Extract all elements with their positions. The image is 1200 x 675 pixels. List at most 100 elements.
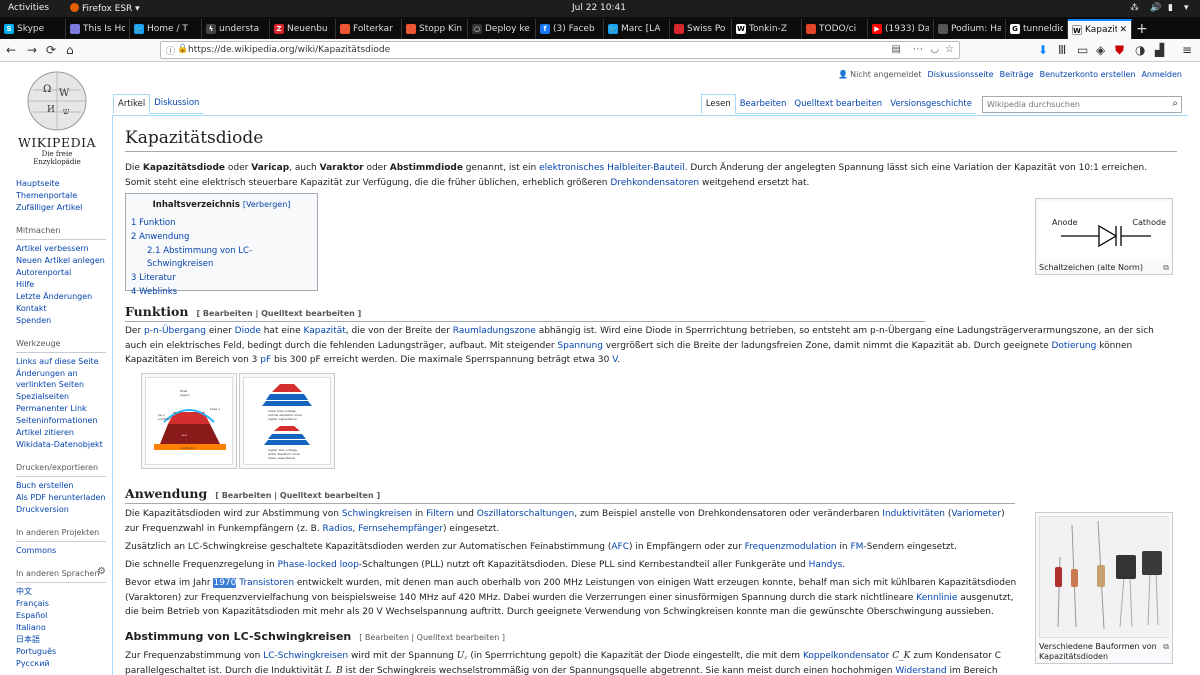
system-menu-arrow-icon[interactable]: ▾ bbox=[1184, 3, 1189, 13]
ublock-icon[interactable]: ⛊ bbox=[1115, 43, 1124, 57]
link-drehkondensatoren[interactable]: Drehkondensatoren bbox=[610, 178, 699, 188]
browser-tab[interactable]: ○ Deploy ke bbox=[468, 19, 536, 39]
sidebar-item-mitmachen-6[interactable]: Spenden bbox=[16, 315, 106, 326]
search-icon[interactable]: ⌕ bbox=[1172, 98, 1178, 109]
link-frequenzmodulation[interactable]: Frequenzmodulation bbox=[745, 542, 837, 552]
link-spannung[interactable]: Spannung bbox=[557, 341, 602, 351]
selected-text-1970[interactable]: 1970 bbox=[213, 578, 237, 588]
link-radios[interactable]: Radios bbox=[323, 524, 353, 534]
link-kapazitaet[interactable]: Kapazität bbox=[303, 326, 345, 336]
sidebar-item-mitmachen-4[interactable]: Letzte Änderungen bbox=[16, 291, 106, 302]
info-icon[interactable]: ⓘ bbox=[166, 44, 175, 57]
sidebar-item-drucken-2[interactable]: Druckversion bbox=[16, 504, 106, 515]
sidebar-item-werkzeuge-2[interactable]: Spezialseiten bbox=[16, 391, 106, 402]
link-pf[interactable]: pF bbox=[260, 355, 271, 365]
link-widerstand[interactable]: Widerstand bbox=[895, 666, 946, 675]
edit-section-anwendung[interactable]: [ Bearbeiten | Quelltext bearbeiten ] bbox=[215, 491, 380, 500]
tab-lesen[interactable]: Lesen bbox=[700, 94, 736, 114]
extension-3-icon[interactable]: ▟ bbox=[1155, 43, 1164, 57]
talk-page-link[interactable]: Diskussionsseite bbox=[928, 70, 994, 79]
link-handys[interactable]: Handys bbox=[809, 560, 843, 570]
link-lc-schwingkreisen[interactable]: LC-Schwingkreisen bbox=[263, 651, 348, 661]
bookmark-star-icon[interactable]: ☆ bbox=[945, 44, 954, 55]
sidebar-item-projekte-0[interactable]: Commons bbox=[16, 545, 106, 556]
link-pn-uebergang[interactable]: p-n-Übergang bbox=[144, 326, 206, 336]
sidebar-item-language-4[interactable]: 日本語 bbox=[16, 634, 106, 645]
toc-item-anwendung[interactable]: 2 Anwendung bbox=[131, 231, 312, 245]
back-icon[interactable]: ← bbox=[6, 43, 16, 57]
browser-tab[interactable]: This Is Ho bbox=[66, 19, 130, 39]
tab-active-kapazitaetsdiode[interactable]: W Kapazit ✕ bbox=[1068, 19, 1132, 39]
gallery-image-1[interactable]: fixed region pe-n junction base n p-n co… bbox=[141, 373, 237, 469]
sidebar-item-mitmachen-2[interactable]: Autorenportal bbox=[16, 267, 106, 278]
link-afc[interactable]: AFC bbox=[611, 542, 629, 552]
link-diode[interactable]: Diode bbox=[235, 326, 261, 336]
browser-tab[interactable]: W Tonkin-Z bbox=[732, 19, 802, 39]
reader-view-icon[interactable]: ▤ bbox=[892, 44, 901, 55]
firefox-app-menu[interactable]: Firefox ESR ▾ bbox=[70, 3, 140, 14]
sidebar-item-werkzeuge-0[interactable]: Links auf diese Seite bbox=[16, 356, 106, 367]
link-halbleiter-bauteil[interactable]: elektronisches Halbleiter-Bauteil bbox=[539, 163, 685, 173]
close-tab-icon[interactable]: ✕ bbox=[1119, 25, 1127, 35]
sidebar-item-language-1[interactable]: Français bbox=[16, 598, 106, 609]
browser-tab[interactable]: Folterkar bbox=[336, 19, 402, 39]
link-kennlinie[interactable]: Kennlinie bbox=[916, 593, 957, 603]
browser-tab[interactable]: f (3) Faceb bbox=[536, 19, 604, 39]
login-link[interactable]: Anmelden bbox=[1141, 70, 1182, 79]
sidebar-item-main-1[interactable]: Themenportale bbox=[16, 190, 106, 201]
extension-2-icon[interactable]: ◑ bbox=[1135, 43, 1145, 57]
wikipedia-logo[interactable]: Ω W И ש WIKIPEDIA Die freie Enzyklopädie bbox=[18, 70, 96, 166]
sidebar-item-language-0[interactable]: 中文 bbox=[16, 586, 106, 597]
tab-bearbeiten[interactable]: Bearbeiten bbox=[735, 95, 791, 114]
varicap-symbol-image[interactable]: Anode Cathode bbox=[1039, 202, 1169, 259]
link-induktivitaeten[interactable]: Induktivitäten bbox=[882, 509, 945, 519]
sidebar-heading-projekte[interactable]: In anderen Projekten bbox=[16, 527, 106, 542]
volume-icon[interactable]: 🔊 bbox=[1150, 3, 1161, 13]
url-bar[interactable]: ⓘ 🔒 https://de.wikipedia.org/wiki/Kapazi… bbox=[160, 41, 960, 59]
link-raumladungszone[interactable]: Raumladungszone bbox=[453, 326, 536, 336]
enlarge-icon[interactable]: ⧉ bbox=[1163, 263, 1169, 273]
create-account-link[interactable]: Benutzerkonto erstellen bbox=[1040, 70, 1136, 79]
language-settings-gear-icon[interactable]: ⚙ bbox=[97, 566, 106, 578]
sidebar-item-werkzeuge-1[interactable]: Änderungen an verlinkten Seiten bbox=[16, 368, 106, 390]
sidebar-heading-sprachen[interactable]: In anderen Sprachen ⚙ bbox=[16, 566, 106, 583]
hamburger-menu-icon[interactable]: ≡ bbox=[1182, 43, 1192, 57]
sidebar-item-main-2[interactable]: Zufälliger Artikel bbox=[16, 202, 106, 213]
activities-button[interactable]: Activities bbox=[8, 3, 49, 13]
tab-artikel[interactable]: Artikel bbox=[113, 94, 151, 114]
browser-tab[interactable]: TODO/ci bbox=[802, 19, 868, 39]
link-dotierung[interactable]: Dotierung bbox=[1052, 341, 1097, 351]
sidebar-heading-mitmachen[interactable]: Mitmachen bbox=[16, 225, 106, 240]
gallery-image-2[interactable]: lower bias voltage, narrow depletion zon… bbox=[239, 373, 335, 469]
sidebar-item-drucken-0[interactable]: Buch erstellen bbox=[16, 480, 106, 491]
link-variometer[interactable]: Variometer bbox=[951, 509, 1001, 519]
varicap-photo[interactable] bbox=[1039, 516, 1170, 638]
toc-hide-link[interactable]: [Verbergen] bbox=[243, 200, 291, 209]
contributions-link[interactable]: Beiträge bbox=[1000, 70, 1034, 79]
tab-versionsgeschichte[interactable]: Versionsgeschichte bbox=[886, 95, 976, 114]
sidebar-toggle-icon[interactable]: ▭ bbox=[1077, 43, 1088, 57]
sidebar-item-werkzeuge-6[interactable]: Wikidata-Datenobjekt bbox=[16, 439, 106, 450]
tab-quelltext-bearbeiten[interactable]: Quelltext bearbeiten bbox=[790, 95, 887, 114]
toc-item-abstimmung[interactable]: 2.1 Abstimmung von LC-Schwingkreisen bbox=[131, 245, 312, 273]
browser-tab[interactable]: Podium: Hac bbox=[934, 19, 1006, 39]
sidebar-item-main-0[interactable]: Hauptseite bbox=[16, 178, 106, 189]
toc-item-funktion[interactable]: 1 Funktion bbox=[131, 217, 312, 231]
browser-tab[interactable]: Gtunneldic bbox=[1006, 19, 1068, 39]
tab-diskussion[interactable]: Diskussion bbox=[150, 94, 204, 114]
link-koppelkondensator[interactable]: Koppelkondensator bbox=[803, 651, 889, 661]
sidebar-item-mitmachen-0[interactable]: Artikel verbessern bbox=[16, 243, 106, 254]
browser-tab[interactable]: Swiss Po bbox=[670, 19, 732, 39]
link-filtern[interactable]: Filtern bbox=[426, 509, 454, 519]
link-transistoren[interactable]: Transistoren bbox=[239, 578, 294, 588]
browser-tab[interactable]: 🐦 Home / T bbox=[130, 19, 202, 39]
sidebar-item-werkzeuge-3[interactable]: Permanenter Link bbox=[16, 403, 106, 414]
link-oszillatorschaltungen[interactable]: Oszillatorschaltungen bbox=[477, 509, 575, 519]
extension-icon[interactable]: ◈ bbox=[1096, 43, 1105, 57]
browser-tab[interactable]: 🐦 Marc [LA bbox=[604, 19, 670, 39]
url-text[interactable]: https://de.wikipedia.org/wiki/Kapazitäts… bbox=[188, 45, 390, 55]
library-icon[interactable]: Ⅲ bbox=[1058, 43, 1066, 57]
browser-tab[interactable]: Stopp Kin bbox=[402, 19, 468, 39]
search-input[interactable]: Wikipedia durchsuchen ⌕ bbox=[982, 95, 1182, 113]
lock-icon[interactable]: 🔒 bbox=[177, 44, 188, 54]
